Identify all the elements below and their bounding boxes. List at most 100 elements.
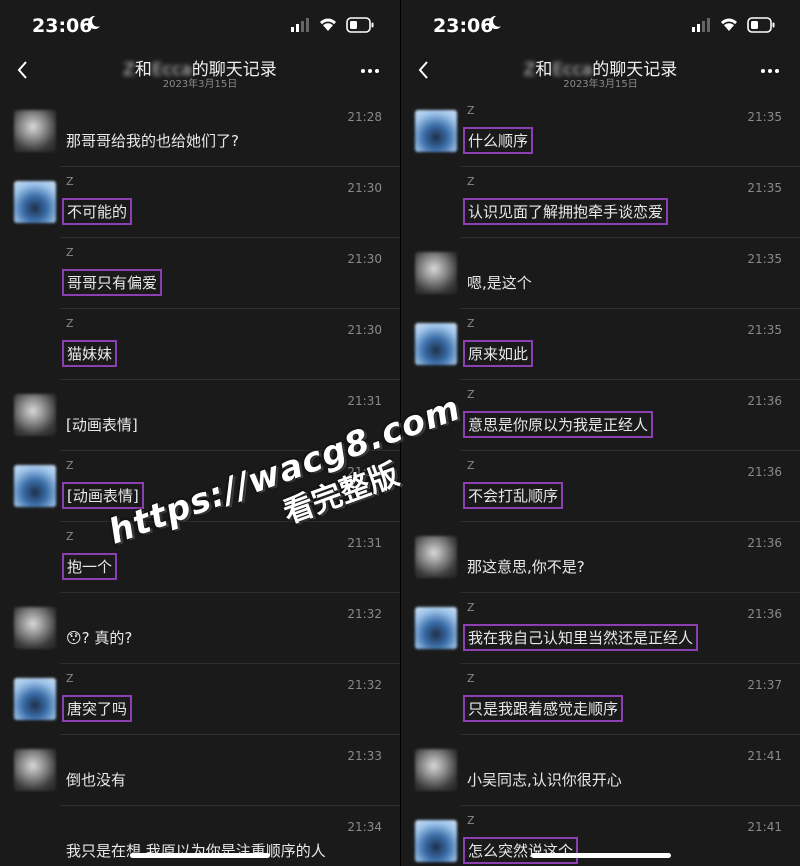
message-row[interactable]: Z 21:31 抱一个 bbox=[60, 522, 400, 593]
highlighted-message-text: 哥哥只有偏爱 bbox=[62, 269, 163, 296]
avatar[interactable] bbox=[14, 394, 56, 436]
highlighted-message-text: 原来如此 bbox=[463, 340, 534, 367]
message-text: 小吴同志,认识你很开心 bbox=[467, 771, 622, 789]
highlighted-message-text: 猫妹妹 bbox=[62, 340, 118, 367]
message-row[interactable]: Z 21:35 认识见面了解拥抱牵手谈恋爱 bbox=[461, 167, 800, 238]
avatar[interactable] bbox=[14, 678, 56, 720]
message-time: 21:31 bbox=[347, 394, 382, 408]
sender-name: Z bbox=[66, 459, 74, 472]
sender-name: Z bbox=[66, 672, 74, 685]
message-time: 21:32 bbox=[347, 678, 382, 692]
message-time: 21:34 bbox=[347, 820, 382, 834]
home-indicator bbox=[130, 853, 270, 858]
message-row[interactable]: Z 21:30 哥哥只有偏爱 bbox=[60, 238, 400, 309]
message-list: 21:28 那哥哥给我的也给她们了? Z 21:30 不可能的 Z 21:30 哥哥只有偏爱 Z… bbox=[0, 96, 400, 866]
battery-icon bbox=[346, 17, 374, 33]
highlighted-message-text: 只是我跟着感觉走顺序 bbox=[463, 695, 624, 722]
message-row[interactable]: Z 21:36 不会打乱顺序 bbox=[461, 451, 800, 522]
sender-name: Z bbox=[467, 601, 475, 614]
message-time: 21:41 bbox=[747, 749, 782, 763]
message-text: 那这意思,你不是? bbox=[467, 558, 585, 576]
message-row[interactable]: Z 21:35 什么顺序 bbox=[415, 96, 800, 167]
message-row[interactable]: Z 21:35 原来如此 bbox=[415, 309, 800, 380]
message-text: [动画表情] bbox=[66, 416, 138, 434]
message-row[interactable]: Z 21:30 猫妹妹 bbox=[60, 309, 400, 380]
avatar[interactable] bbox=[14, 181, 56, 223]
avatar[interactable] bbox=[415, 820, 457, 862]
status-time: 23:06 bbox=[433, 15, 494, 37]
message-row[interactable]: Z 21:36 意思是你原以为我是正经人 bbox=[461, 380, 800, 451]
message-row[interactable]: Z 21:30 不可能的 bbox=[14, 167, 400, 238]
home-indicator bbox=[531, 853, 671, 858]
message-text: 倒也没有 bbox=[66, 771, 127, 789]
message-row[interactable]: Z 21:36 我在我自己认知里当然还是正经人 bbox=[415, 593, 800, 664]
status-time: 23:06 bbox=[32, 15, 93, 37]
sender-name: Z bbox=[66, 175, 74, 188]
message-row[interactable]: Z 21:37 只是我跟着感觉走顺序 bbox=[461, 664, 800, 735]
moon-icon bbox=[88, 15, 101, 30]
avatar[interactable] bbox=[415, 749, 457, 791]
sender-name: Z bbox=[66, 317, 74, 330]
message-time: 21:36 bbox=[747, 465, 782, 479]
message-time: 21:28 bbox=[347, 110, 382, 124]
message-row[interactable]: 21:31 [动画表情] bbox=[14, 380, 400, 451]
highlighted-message-text: 不可能的 bbox=[62, 198, 133, 225]
message-time: 21:30 bbox=[347, 181, 382, 195]
avatar[interactable] bbox=[14, 465, 56, 507]
message-list: Z 21:35 什么顺序 Z 21:35 认识见面了解拥抱牵手谈恋爱 21:35 嗯,是这个 Z… bbox=[401, 96, 800, 866]
avatar[interactable] bbox=[415, 607, 457, 649]
message-row[interactable]: 21:33 倒也没有 bbox=[14, 735, 400, 806]
highlighted-message-text: 不会打乱顺序 bbox=[463, 482, 564, 509]
moon-icon bbox=[489, 15, 502, 30]
message-row[interactable]: Z 21:32 唐突了吗 bbox=[14, 664, 400, 735]
message-time: 21:31 bbox=[347, 465, 382, 479]
avatar[interactable] bbox=[415, 323, 457, 365]
highlighted-message-text: 抱一个 bbox=[62, 553, 118, 580]
message-time: 21:32 bbox=[347, 607, 382, 621]
message-row[interactable]: 21:35 嗯,是这个 bbox=[415, 238, 800, 309]
avatar[interactable] bbox=[415, 252, 457, 294]
sender-name: Z bbox=[467, 388, 475, 401]
highlighted-message-text: 我在我自己认知里当然还是正经人 bbox=[463, 624, 699, 651]
message-time: 21:35 bbox=[747, 181, 782, 195]
wifi-icon bbox=[721, 18, 737, 31]
message-time: 21:36 bbox=[747, 536, 782, 550]
sender-name: Z bbox=[467, 672, 475, 685]
chat-panel-right: 23:06 Z和Ecca的聊天记录 2023年3月15日 Z 21:35 什么顺序 Z… bbox=[400, 0, 800, 866]
avatar[interactable] bbox=[415, 110, 457, 152]
message-time: 21:36 bbox=[747, 607, 782, 621]
sender-name: Z bbox=[467, 104, 475, 117]
avatar[interactable] bbox=[14, 749, 56, 791]
chat-date: 2023年3月15日 bbox=[563, 79, 638, 90]
more-icon[interactable] bbox=[760, 68, 780, 74]
avatar[interactable] bbox=[14, 607, 56, 649]
message-time: 21:30 bbox=[347, 252, 382, 266]
message-row[interactable]: 21:28 那哥哥给我的也给她们了? bbox=[14, 96, 400, 167]
message-text: 那哥哥给我的也给她们了? bbox=[66, 132, 239, 150]
message-time: 21:41 bbox=[747, 820, 782, 834]
message-time: 21:30 bbox=[347, 323, 382, 337]
wifi-icon bbox=[320, 18, 336, 31]
message-row[interactable]: 21:36 那这意思,你不是? bbox=[415, 522, 800, 593]
avatar[interactable] bbox=[415, 536, 457, 578]
highlighted-message-text: [动画表情] bbox=[62, 482, 144, 509]
message-time: 21:31 bbox=[347, 536, 382, 550]
status-bar: 23:06 bbox=[0, 0, 400, 50]
signal-icon bbox=[692, 18, 710, 32]
message-row[interactable]: 21:41 小吴同志,认识你很开心 bbox=[415, 735, 800, 806]
highlighted-message-text: 意思是你原以为我是正经人 bbox=[463, 411, 654, 438]
message-text: 嗯,是这个 bbox=[467, 274, 532, 292]
signal-icon bbox=[291, 18, 309, 32]
message-row[interactable]: 21:32 😯? 真的? bbox=[14, 593, 400, 664]
more-icon[interactable] bbox=[360, 68, 380, 74]
chat-date: 2023年3月15日 bbox=[162, 79, 238, 90]
highlighted-message-text: 什么顺序 bbox=[463, 127, 534, 154]
sender-name: Z bbox=[66, 530, 74, 543]
message-row[interactable]: Z 21:31 [动画表情] bbox=[14, 451, 400, 522]
avatar[interactable] bbox=[14, 110, 56, 152]
message-time: 21:36 bbox=[747, 394, 782, 408]
status-bar: 23:06 bbox=[401, 0, 800, 50]
chat-header: Z和Ecca的聊天记录 2023年3月15日 bbox=[0, 50, 400, 94]
sender-name: Z bbox=[467, 814, 475, 827]
highlighted-message-text: 认识见面了解拥抱牵手谈恋爱 bbox=[463, 198, 669, 225]
